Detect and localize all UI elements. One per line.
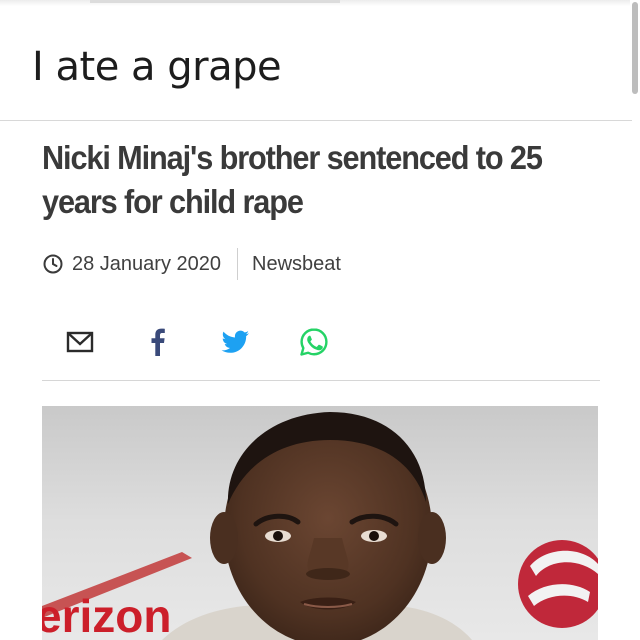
share-facebook-button[interactable] [140,324,176,360]
clock-icon [42,253,64,275]
article-date: 28 January 2020 [72,252,222,275]
share-email-button[interactable] [62,324,98,360]
cropped-top-edge [0,0,640,6]
scrollbar[interactable] [630,0,640,640]
email-icon [66,331,94,353]
whatsapp-icon [300,328,328,356]
cropped-top-bar [90,0,340,3]
article-headline: Nicki Minaj's brother sentenced to 25 ye… [42,139,543,220]
share-tools [62,322,374,362]
article-section-link[interactable]: Newsbeat [252,253,341,276]
article-meta: 28 January 2020 Newsbeat [42,248,341,280]
hero-photo: erizon [42,406,598,640]
article-hero-image[interactable]: erizon [42,406,598,640]
divider [42,380,600,381]
backdrop-brand-text: erizon [42,590,171,640]
screenshot-frame: I ate a grape Nicki Minaj's brother sent… [0,0,640,640]
divider [0,120,632,121]
meta-separator [237,248,239,280]
share-whatsapp-button[interactable] [296,324,332,360]
post-caption: I ate a grape [32,44,282,90]
scrollbar-thumb[interactable] [632,2,638,94]
twitter-icon [221,330,249,353]
facebook-icon [151,328,165,356]
share-twitter-button[interactable] [218,324,254,360]
